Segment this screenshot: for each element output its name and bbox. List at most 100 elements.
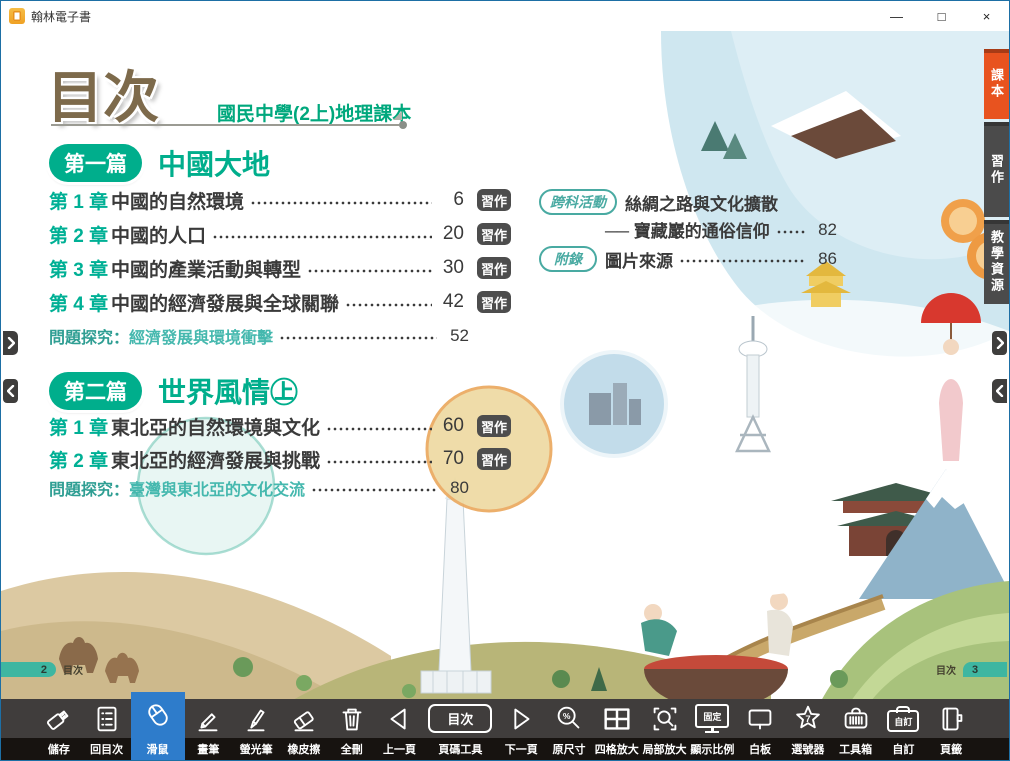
minimize-button[interactable]: — [874, 1, 919, 31]
dot-leader [307, 267, 432, 275]
tool-custom[interactable]: 自訂 自訂 [880, 699, 928, 760]
dot-leader [679, 257, 805, 265]
side-tab-group: 課本 習作 教學資源 [984, 49, 1009, 307]
chapter-page: 30 [438, 257, 464, 279]
workbook-badge-ch2[interactable]: 習作 [477, 223, 511, 245]
tab-textbook[interactable]: 課本 [984, 49, 1009, 119]
zoom-percent-icon: % [552, 702, 586, 736]
tool-highlighter[interactable]: 螢光筆 [232, 699, 280, 760]
tool-eraser[interactable]: 橡皮擦 [280, 699, 328, 760]
chapter-page: 80 [443, 478, 469, 498]
left-forward-arrow[interactable] [3, 331, 18, 355]
workbook-badge-s2-ch2[interactable]: 習作 [477, 448, 511, 470]
toc-row-inquiry-1[interactable]: 問題探究： 經濟發展與環境衝擊 52 [49, 323, 469, 349]
tool-number-picker[interactable]: 7 選號器 [784, 699, 832, 760]
section-1-header: 第一篇 中國大地 [49, 143, 270, 183]
right-forward-arrow[interactable] [992, 331, 1007, 355]
page-number-button[interactable]: 目次 [428, 704, 492, 733]
chapter-label: 第 1 章 [49, 413, 111, 440]
chapter-label: 第 3 章 [49, 255, 111, 282]
star-number-icon: 7 [791, 702, 825, 736]
chapter-title: 中國的人口 [111, 221, 206, 248]
dot-leader [326, 458, 432, 466]
eraser-icon [287, 702, 321, 736]
workbook-badge-s2-ch1[interactable]: 習作 [477, 415, 511, 437]
chapter-page: 70 [438, 448, 464, 470]
extra-row-cross-activity[interactable]: 跨科活動 絲綢之路與文化擴散 [539, 189, 778, 215]
tool-prev-page[interactable]: 上一頁 [376, 699, 424, 760]
tool-delete-all[interactable]: 全刪 [328, 699, 376, 760]
tool-partial-zoom[interactable]: 局部放大 [641, 699, 689, 760]
tool-whiteboard[interactable]: 白板 [736, 699, 784, 760]
chevron-right-icon [998, 338, 1003, 348]
section-title: 中國大地 [158, 143, 270, 183]
section-badge: 第二篇 [49, 372, 142, 410]
grid-2x2-icon [600, 702, 634, 736]
tab-workbook[interactable]: 習作 [984, 122, 1009, 217]
workbook-badge-ch1[interactable]: 習作 [477, 189, 511, 211]
inquiry-prefix: 問題探究： [49, 476, 129, 500]
tool-next-page[interactable]: 下一頁 [497, 699, 545, 760]
tool-page-number[interactable]: 目次 頁碼工具 [423, 699, 497, 760]
book-page: 目次 國民中學(2上)地理課本 第一篇 中國大地 第 1 章 中國的自然環境 6… [1, 31, 1009, 701]
toc-row-s2-ch2[interactable]: 第 2 章 東北亞的經濟發展與挑戰 70 [49, 444, 464, 474]
toc-row-ch2[interactable]: 第 2 章 中國的人口 20 [49, 219, 464, 249]
tool-back-to-toc[interactable]: 回目次 [83, 699, 131, 760]
chapter-title: 中國的自然環境 [111, 187, 244, 214]
tool-save[interactable]: 儲存 [35, 699, 83, 760]
extra-title: 圖片來源 [605, 247, 673, 272]
workbook-badge-ch4[interactable]: 習作 [477, 291, 511, 313]
tool-page-tabs[interactable]: 頁籤 [927, 699, 975, 760]
toc-row-s2-ch1[interactable]: 第 1 章 東北亞的自然環境與文化 60 [49, 411, 464, 441]
app-logo-icon [9, 8, 25, 24]
chapter-page: 20 [438, 223, 464, 245]
chapter-page: 52 [443, 326, 469, 346]
maximize-button[interactable]: □ [919, 1, 964, 31]
svg-text:7: 7 [805, 713, 810, 724]
right-page-number: 3 [963, 662, 1007, 677]
dot-leader [311, 486, 437, 494]
dot-leader [250, 199, 432, 207]
dot-leader [212, 233, 432, 241]
section-badge: 第一篇 [49, 144, 142, 182]
chapter-page: 82 [811, 220, 837, 240]
svg-text:%: % [563, 711, 571, 721]
tab-resources[interactable]: 教學資源 [984, 220, 1009, 304]
tool-toolbox[interactable]: 工具箱 [832, 699, 880, 760]
chevron-right-icon [9, 338, 14, 348]
tool-original-size[interactable]: % 原尺寸 [545, 699, 593, 760]
trash-icon [335, 702, 369, 736]
next-triangle-icon [504, 702, 538, 736]
inquiry-title: 臺灣與東北亞的文化交流 [129, 476, 305, 500]
tool-pen[interactable]: 畫筆 [185, 699, 233, 760]
tool-mouse[interactable]: 滑鼠 [131, 692, 185, 760]
left-page-marker: 2 目次 [1, 662, 90, 677]
toc-row-inquiry-2[interactable]: 問題探究： 臺灣與東北亞的文化交流 80 [49, 475, 469, 501]
zoom-area-icon [648, 702, 682, 736]
right-back-arrow[interactable] [992, 379, 1007, 403]
left-back-arrow[interactable] [3, 379, 18, 403]
custom-case-icon: 自訂 [887, 710, 919, 732]
whiteboard-icon [743, 702, 777, 736]
page-title: 目次 [47, 53, 159, 134]
close-button[interactable]: × [964, 1, 1009, 31]
dot-leader [326, 425, 432, 433]
tool-quad-zoom[interactable]: 四格放大 [593, 699, 641, 760]
workbook-badge-ch3[interactable]: 習作 [477, 257, 511, 279]
extra-row-appendix[interactable]: 附錄 圖片來源 86 [539, 246, 837, 272]
section-title: 世界風情㊤ [158, 371, 298, 411]
left-page-label: 目次 [63, 662, 83, 677]
toc-row-ch1[interactable]: 第 1 章 中國的自然環境 6 [49, 185, 464, 215]
window-controls: — □ × [874, 1, 1009, 31]
chapter-title: 東北亞的經濟發展與挑戰 [111, 446, 320, 473]
extra-row-cross-activity-line2[interactable]: ── 寶藏巖的通俗信仰 82 [605, 217, 837, 242]
cross-activity-badge: 跨科活動 [539, 189, 617, 215]
app-window: 翰林電子書 — □ × [0, 0, 1010, 761]
chapter-title: 中國的產業活動與轉型 [111, 255, 301, 282]
chapter-title: 東北亞的自然環境與文化 [111, 413, 320, 440]
toc-row-ch4[interactable]: 第 4 章 中國的經濟發展與全球關聯 42 [49, 287, 464, 317]
tool-display-ratio[interactable]: 固定 顯示比例 [688, 699, 736, 760]
bottom-toolbar: 儲存 回目次 滑鼠 畫筆 [1, 699, 1009, 760]
toolbox-icon [839, 702, 873, 736]
toc-row-ch3[interactable]: 第 3 章 中國的產業活動與轉型 30 [49, 253, 464, 283]
